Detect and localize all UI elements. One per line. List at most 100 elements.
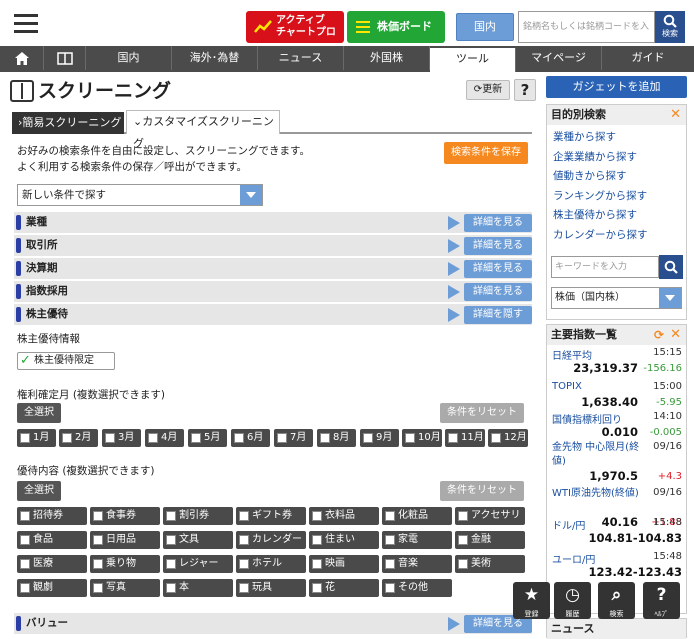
nav-tab-domestic[interactable]: 国内 — [86, 46, 172, 70]
help-button[interactable]: ? — [514, 79, 536, 101]
content-checkbox[interactable]: 食事券 — [90, 507, 160, 525]
purpose-link[interactable]: 企業業績から探す — [547, 148, 686, 168]
month-select-all-button[interactable]: 全選択 — [17, 403, 61, 423]
content-checkbox[interactable]: カレンダー — [236, 531, 306, 549]
criteria-row-4[interactable]: 指数採用 詳細を見る — [14, 281, 532, 302]
month-checkbox[interactable]: 8月 — [317, 429, 356, 447]
index-name[interactable]: 国債指標利回り — [552, 411, 622, 426]
keyword-search-button[interactable] — [659, 255, 683, 279]
search-input[interactable]: 銘柄名もしくは銘柄コードを入力 — [518, 11, 655, 62]
content-checkbox[interactable]: 招待券 — [17, 507, 87, 525]
content-checkbox[interactable]: 食品 — [17, 531, 87, 549]
detail-button[interactable]: 詳細を見る — [464, 260, 532, 278]
month-checkbox[interactable]: 7月 — [274, 429, 313, 447]
bookmark-button[interactable]: ★ 登録 — [513, 582, 550, 619]
content-checkbox[interactable]: 日用品 — [90, 531, 160, 549]
criteria-row-1[interactable]: 業種 詳細を見る — [14, 212, 532, 233]
market-toggle-button[interactable]: 国内 — [456, 13, 514, 41]
month-checkbox[interactable]: 9月 — [360, 429, 399, 447]
tab-simple-screening[interactable]: ›簡易スクリーニング — [12, 112, 124, 134]
content-checkbox[interactable]: 金融 — [455, 531, 525, 549]
index-name[interactable]: TOPIX — [552, 381, 582, 392]
content-checkbox[interactable]: 医療 — [17, 555, 87, 573]
tab-custom-screening[interactable]: ⌄カスタマイズスクリーニング — [126, 110, 280, 150]
content-checkbox[interactable]: 映画 — [309, 555, 379, 573]
home-icon[interactable] — [0, 46, 44, 70]
condition-select[interactable]: 新しい条件で探す — [17, 184, 263, 206]
active-chart-pro-button[interactable]: アクティブ チャートプロ — [246, 11, 344, 43]
content-checkbox[interactable]: その他 — [382, 579, 452, 597]
nav-tab-mypage[interactable]: マイページ — [516, 46, 602, 70]
content-checkbox[interactable]: 音楽 — [382, 555, 452, 573]
content-checkbox[interactable]: 住まい — [309, 531, 379, 549]
yutai-limited-checkbox[interactable]: ✓ 株主優待限定 — [17, 352, 115, 370]
index-name[interactable]: 金先物 中心限月(終値) — [552, 441, 644, 469]
content-checkbox[interactable]: アクセサリ — [455, 507, 525, 525]
detail-button[interactable]: 詳細を隠す — [464, 306, 532, 324]
refresh-button[interactable]: ⟳更新 — [466, 80, 510, 100]
detail-button[interactable]: 詳細を見る — [464, 237, 532, 255]
month-checkbox[interactable]: 11月 — [445, 429, 485, 447]
content-checkbox[interactable]: 本 — [163, 579, 233, 597]
index-name[interactable]: ユーロ/円 — [552, 551, 595, 566]
purpose-link[interactable]: ランキングから探す — [547, 187, 686, 207]
criteria-row-3[interactable]: 決算期 詳細を見る — [14, 258, 532, 279]
content-checkbox[interactable]: 写真 — [90, 579, 160, 597]
month-checkbox[interactable]: 1月 — [17, 429, 56, 447]
keyword-category-select[interactable]: 株価（国内株） — [551, 287, 682, 309]
stock-board-button[interactable]: 株価ボード — [347, 11, 445, 43]
month-checkbox[interactable]: 3月 — [102, 429, 141, 447]
index-name[interactable]: WTI原油先物(終値) — [552, 487, 644, 501]
content-checkbox[interactable]: 化粧品 — [382, 507, 452, 525]
content-checkbox[interactable]: 美術 — [455, 555, 525, 573]
nav-tab-foreign-stocks[interactable]: 外国株 — [344, 46, 430, 70]
month-checkbox[interactable]: 2月 — [59, 429, 98, 447]
nav-tab-news[interactable]: ニュース — [258, 46, 344, 70]
content-checkbox[interactable]: 観劇 — [17, 579, 87, 597]
refresh-icon[interactable]: ⟳ — [654, 325, 664, 345]
month-checkbox[interactable]: 6月 — [231, 429, 270, 447]
book-icon[interactable] — [44, 46, 86, 70]
purpose-link[interactable]: 値動きから探す — [547, 167, 686, 187]
content-reset-button[interactable]: 条件をリセット — [440, 481, 524, 501]
content-checkbox[interactable]: 割引券 — [163, 507, 233, 525]
content-checkbox[interactable]: 玩具 — [236, 579, 306, 597]
hamburger-menu-icon[interactable] — [14, 14, 38, 34]
criteria-row-5[interactable]: 株主優待 詳細を隠す — [14, 304, 532, 325]
month-checkbox[interactable]: 4月 — [145, 429, 184, 447]
footer-search-button[interactable]: ⌕ 検索 — [598, 582, 635, 619]
nav-tab-overseas[interactable]: 海外･為替 — [172, 46, 258, 70]
add-gadget-button[interactable]: ガジェットを追加 — [546, 76, 687, 98]
checkbox-icon — [448, 433, 458, 443]
close-icon[interactable]: ✕ — [670, 105, 681, 125]
save-conditions-button[interactable]: 検索条件を保存 — [444, 142, 528, 164]
footer-help-button[interactable]: ? ﾍﾙﾌﾟ — [643, 582, 680, 619]
content-checkbox[interactable]: ホテル — [236, 555, 306, 573]
close-icon[interactable]: ✕ — [670, 325, 681, 345]
content-select-all-button[interactable]: 全選択 — [17, 481, 61, 501]
purpose-link[interactable]: 株主優待から探す — [547, 206, 686, 226]
content-checkbox[interactable]: 衣料品 — [309, 507, 379, 525]
content-checkbox[interactable]: 花 — [309, 579, 379, 597]
nav-tab-guide[interactable]: ガイド — [602, 46, 694, 70]
month-reset-button[interactable]: 条件をリセット — [440, 403, 524, 423]
month-checkbox[interactable]: 10月 — [402, 429, 442, 447]
purpose-link[interactable]: カレンダーから探す — [547, 226, 686, 246]
content-checkbox[interactable]: レジャー — [163, 555, 233, 573]
detail-button[interactable]: 詳細を見る — [464, 283, 532, 301]
content-checkbox[interactable]: 家電 — [382, 531, 452, 549]
keyword-input[interactable]: キーワードを入力 — [551, 256, 659, 278]
nav-tab-tools[interactable]: ツール — [430, 48, 516, 72]
content-checkbox[interactable]: 乗り物 — [90, 555, 160, 573]
month-checkbox[interactable]: 5月 — [188, 429, 227, 447]
content-checkbox[interactable]: 文具 — [163, 531, 233, 549]
history-button[interactable]: ◷ 履歴 — [554, 582, 591, 619]
criteria-row-2[interactable]: 取引所 詳細を見る — [14, 235, 532, 256]
purpose-link[interactable]: 業種から探す — [547, 128, 686, 148]
index-name[interactable]: 日経平均 — [552, 347, 592, 362]
index-name[interactable]: ドル/円 — [552, 517, 585, 532]
detail-button[interactable]: 詳細を見る — [464, 214, 532, 232]
content-checkbox[interactable]: ギフト券 — [236, 507, 306, 525]
month-checkbox[interactable]: 12月 — [488, 429, 528, 447]
search-button[interactable]: 検索 — [655, 11, 685, 43]
